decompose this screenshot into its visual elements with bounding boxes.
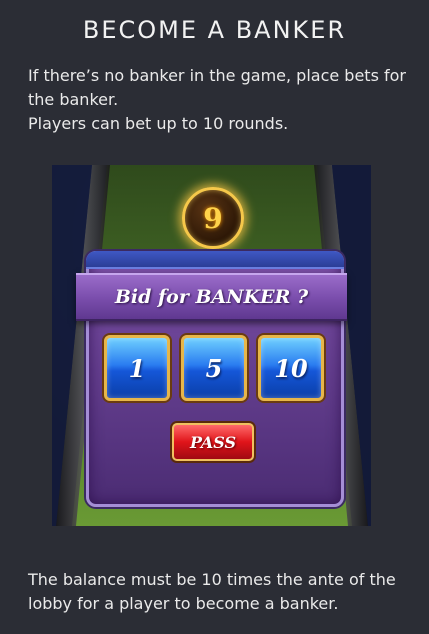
intro-line-2: Players can bet up to 10 rounds. [28, 114, 289, 133]
help-page: BECOME A BANKER If there’s no banker in … [0, 0, 429, 634]
intro-line-1: If there’s no banker in the game, place … [28, 66, 406, 109]
intro-text: If there’s no banker in the game, place … [28, 64, 408, 136]
bid-prompt: Bid for BANKER ? [114, 286, 309, 308]
bid-10-button[interactable]: 10 [258, 335, 324, 401]
bid-5-button[interactable]: 5 [181, 335, 247, 401]
bid-5-label: 5 [205, 353, 223, 383]
countdown-badge: 9 [182, 187, 244, 249]
page-title: BECOME A BANKER [82, 16, 347, 44]
footer-text: The balance must be 10 times the ante of… [28, 568, 418, 616]
bid-1-label: 1 [128, 353, 146, 383]
dialog-ribbon: Bid for BANKER ? [76, 273, 347, 321]
dialog-top-bar [86, 251, 344, 269]
footer-line: The balance must be 10 times the ante of… [28, 570, 396, 613]
bid-10-label: 10 [274, 353, 308, 383]
pass-label: PASS [189, 432, 237, 452]
countdown-number: 9 [203, 201, 223, 235]
game-screenshot: 9 Bid for BANKER ? 1 5 10 PASS [52, 165, 371, 526]
bid-1-button[interactable]: 1 [104, 335, 170, 401]
pass-button[interactable]: PASS [172, 423, 254, 461]
